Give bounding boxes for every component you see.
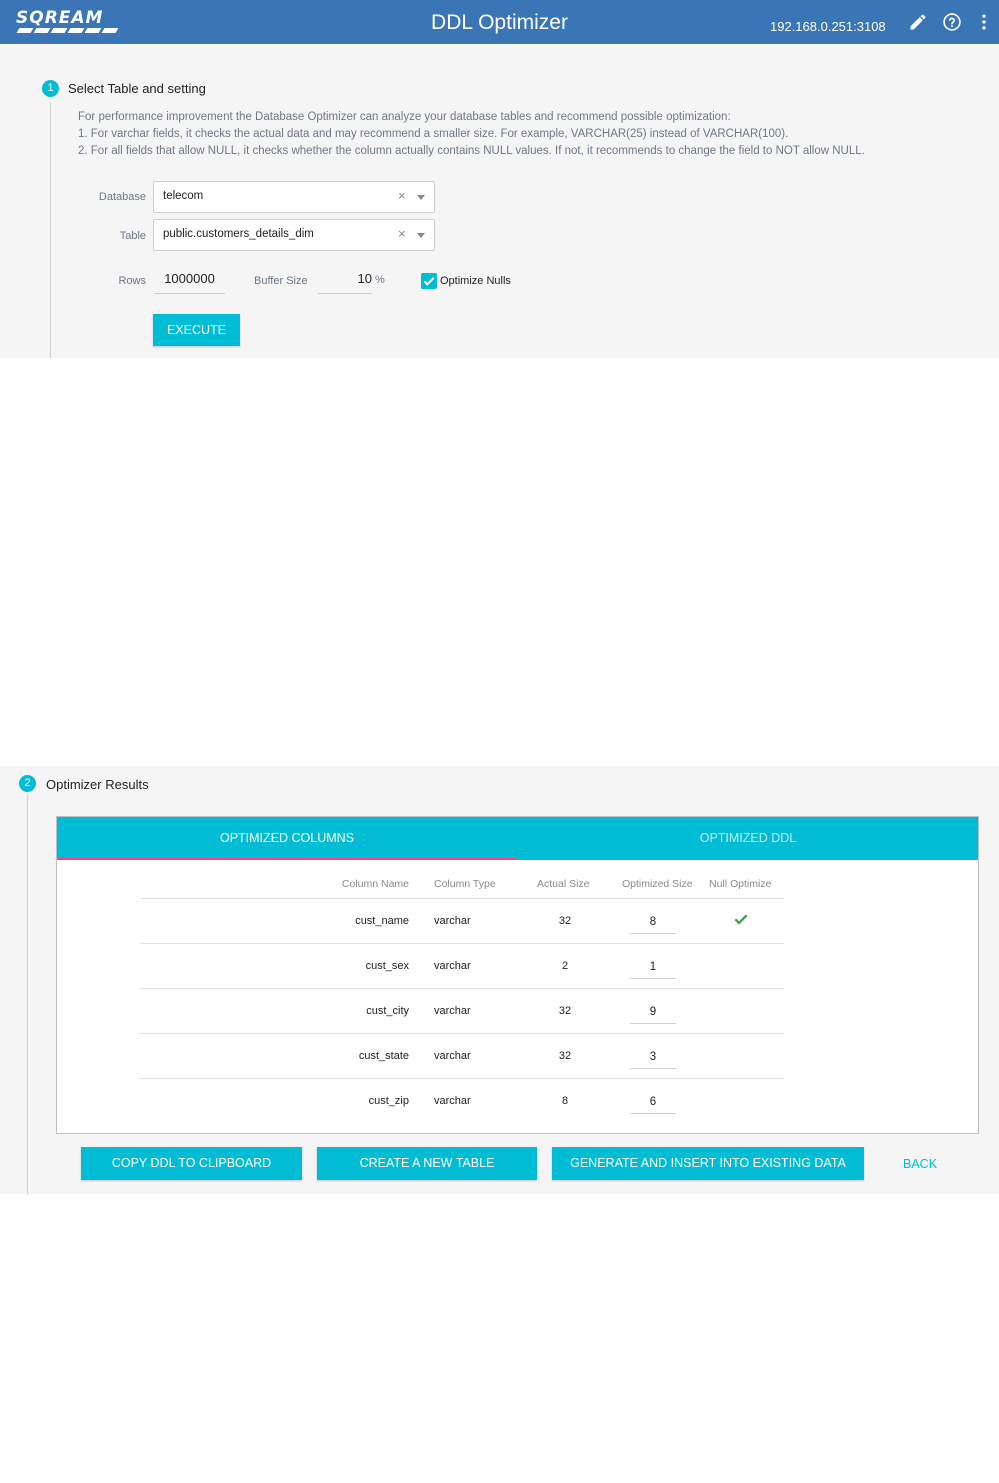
copy-ddl-button[interactable]: COPY DDL TO CLIPBOARD [81, 1147, 302, 1180]
step2-title: Optimizer Results [46, 777, 149, 792]
clear-icon[interactable]: × [398, 188, 406, 203]
step2-panel: 2 Optimizer Results OPTIMIZED COLUMNS OP… [0, 766, 999, 1194]
cell-column-type: varchar [434, 1005, 471, 1017]
step1-title: Select Table and setting [68, 81, 206, 96]
cell-actual-size: 32 [558, 1050, 572, 1062]
optimized-size-input[interactable]: 3 [630, 1046, 676, 1069]
cell-column-type: varchar [434, 1095, 471, 1107]
generate-insert-button[interactable]: GENERATE AND INSERT INTO EXISTING DATA [552, 1147, 864, 1180]
step1-panel: 1 Select Table and setting For performan… [0, 44, 999, 358]
table-row: cust_city varchar 32 9 [140, 988, 784, 1034]
optimized-size-input[interactable]: 8 [630, 911, 676, 934]
cell-column-type: varchar [434, 1050, 471, 1062]
results-tabs: OPTIMIZED COLUMNS OPTIMIZED DDL [57, 817, 978, 860]
table-select[interactable]: public.customers_details_dim × [153, 219, 435, 251]
optimized-size-input[interactable]: 9 [630, 1001, 676, 1024]
create-new-table-button[interactable]: CREATE A NEW TABLE [317, 1147, 537, 1180]
cell-column-name: cust_sex [365, 960, 409, 972]
rows-label: Rows [118, 275, 146, 287]
more-vert-icon[interactable] [974, 12, 994, 32]
database-value: telecom [163, 190, 204, 202]
step2-connector-line [27, 794, 28, 1194]
execute-button[interactable]: EXECUTE [153, 314, 240, 346]
description-line: 2. For all fields that allow NULL, it ch… [78, 145, 865, 157]
optimized-size-input[interactable]: 1 [630, 956, 676, 979]
cell-actual-size: 2 [561, 960, 569, 972]
step1-number: 1 [42, 80, 59, 97]
host-address: 192.168.0.251:3108 [770, 19, 886, 34]
buffer-size-input[interactable]: 10 [318, 271, 372, 294]
cell-column-type: varchar [434, 915, 471, 927]
cell-column-name: cust_name [355, 915, 409, 927]
table-row: cust_state varchar 32 3 [140, 1033, 784, 1079]
back-button[interactable]: BACK [903, 1157, 937, 1171]
optimized-size-input[interactable]: 6 [630, 1091, 676, 1114]
rows-input[interactable]: 1000000 [154, 271, 225, 294]
table-row: cust_name varchar 32 8 [140, 898, 784, 944]
clear-icon[interactable]: × [398, 226, 406, 241]
column-header-actual-size: Actual Size [537, 878, 590, 890]
active-tab-indicator [57, 858, 517, 860]
optimize-nulls-label: Optimize Nulls [440, 275, 511, 287]
buffer-unit: % [375, 274, 385, 286]
cell-column-type: varchar [434, 960, 471, 972]
table-label: Table [119, 230, 146, 242]
edit-icon[interactable] [908, 12, 928, 32]
cell-actual-size: 32 [558, 1005, 572, 1017]
table-row: cust_sex varchar 2 1 [140, 943, 784, 989]
cell-column-name: cust_city [366, 1005, 409, 1017]
cell-actual-size: 32 [558, 915, 572, 927]
column-header-name: Column Name [341, 878, 409, 890]
buffer-size-label: Buffer Size [254, 275, 308, 287]
database-label: Database [98, 191, 146, 203]
step2-number: 2 [19, 775, 36, 792]
table-value: public.customers_details_dim [163, 228, 314, 240]
help-icon[interactable] [942, 12, 962, 32]
app-header: SQREAM DDL Optimizer 192.168.0.251:3108 [0, 0, 999, 44]
chevron-down-icon[interactable] [417, 233, 425, 238]
column-header-optimized-size: Optimized Size [622, 878, 693, 890]
tab-optimized-ddl[interactable]: OPTIMIZED DDL [518, 817, 978, 860]
cell-column-name: cust_state [358, 1050, 409, 1062]
cell-column-name: cust_zip [368, 1095, 409, 1107]
table-row: cust_zip varchar 8 6 [140, 1078, 784, 1124]
step1-connector-line [50, 102, 51, 358]
description-line: For performance improvement the Database… [78, 111, 731, 123]
column-header-type: Column Type [434, 878, 496, 890]
description-line: 1. For varchar fields, it checks the act… [78, 128, 789, 140]
check-icon [734, 914, 748, 925]
chevron-down-icon[interactable] [417, 195, 425, 200]
check-icon [423, 277, 435, 286]
column-header-null-optimize: Null Optimize [709, 878, 772, 890]
tab-optimized-columns[interactable]: OPTIMIZED COLUMNS [57, 817, 517, 860]
results-card: OPTIMIZED COLUMNS OPTIMIZED DDL Column N… [56, 816, 979, 1134]
optimize-nulls-checkbox[interactable] [421, 273, 437, 289]
cell-actual-size: 8 [561, 1095, 569, 1107]
database-select[interactable]: telecom × [153, 181, 435, 213]
